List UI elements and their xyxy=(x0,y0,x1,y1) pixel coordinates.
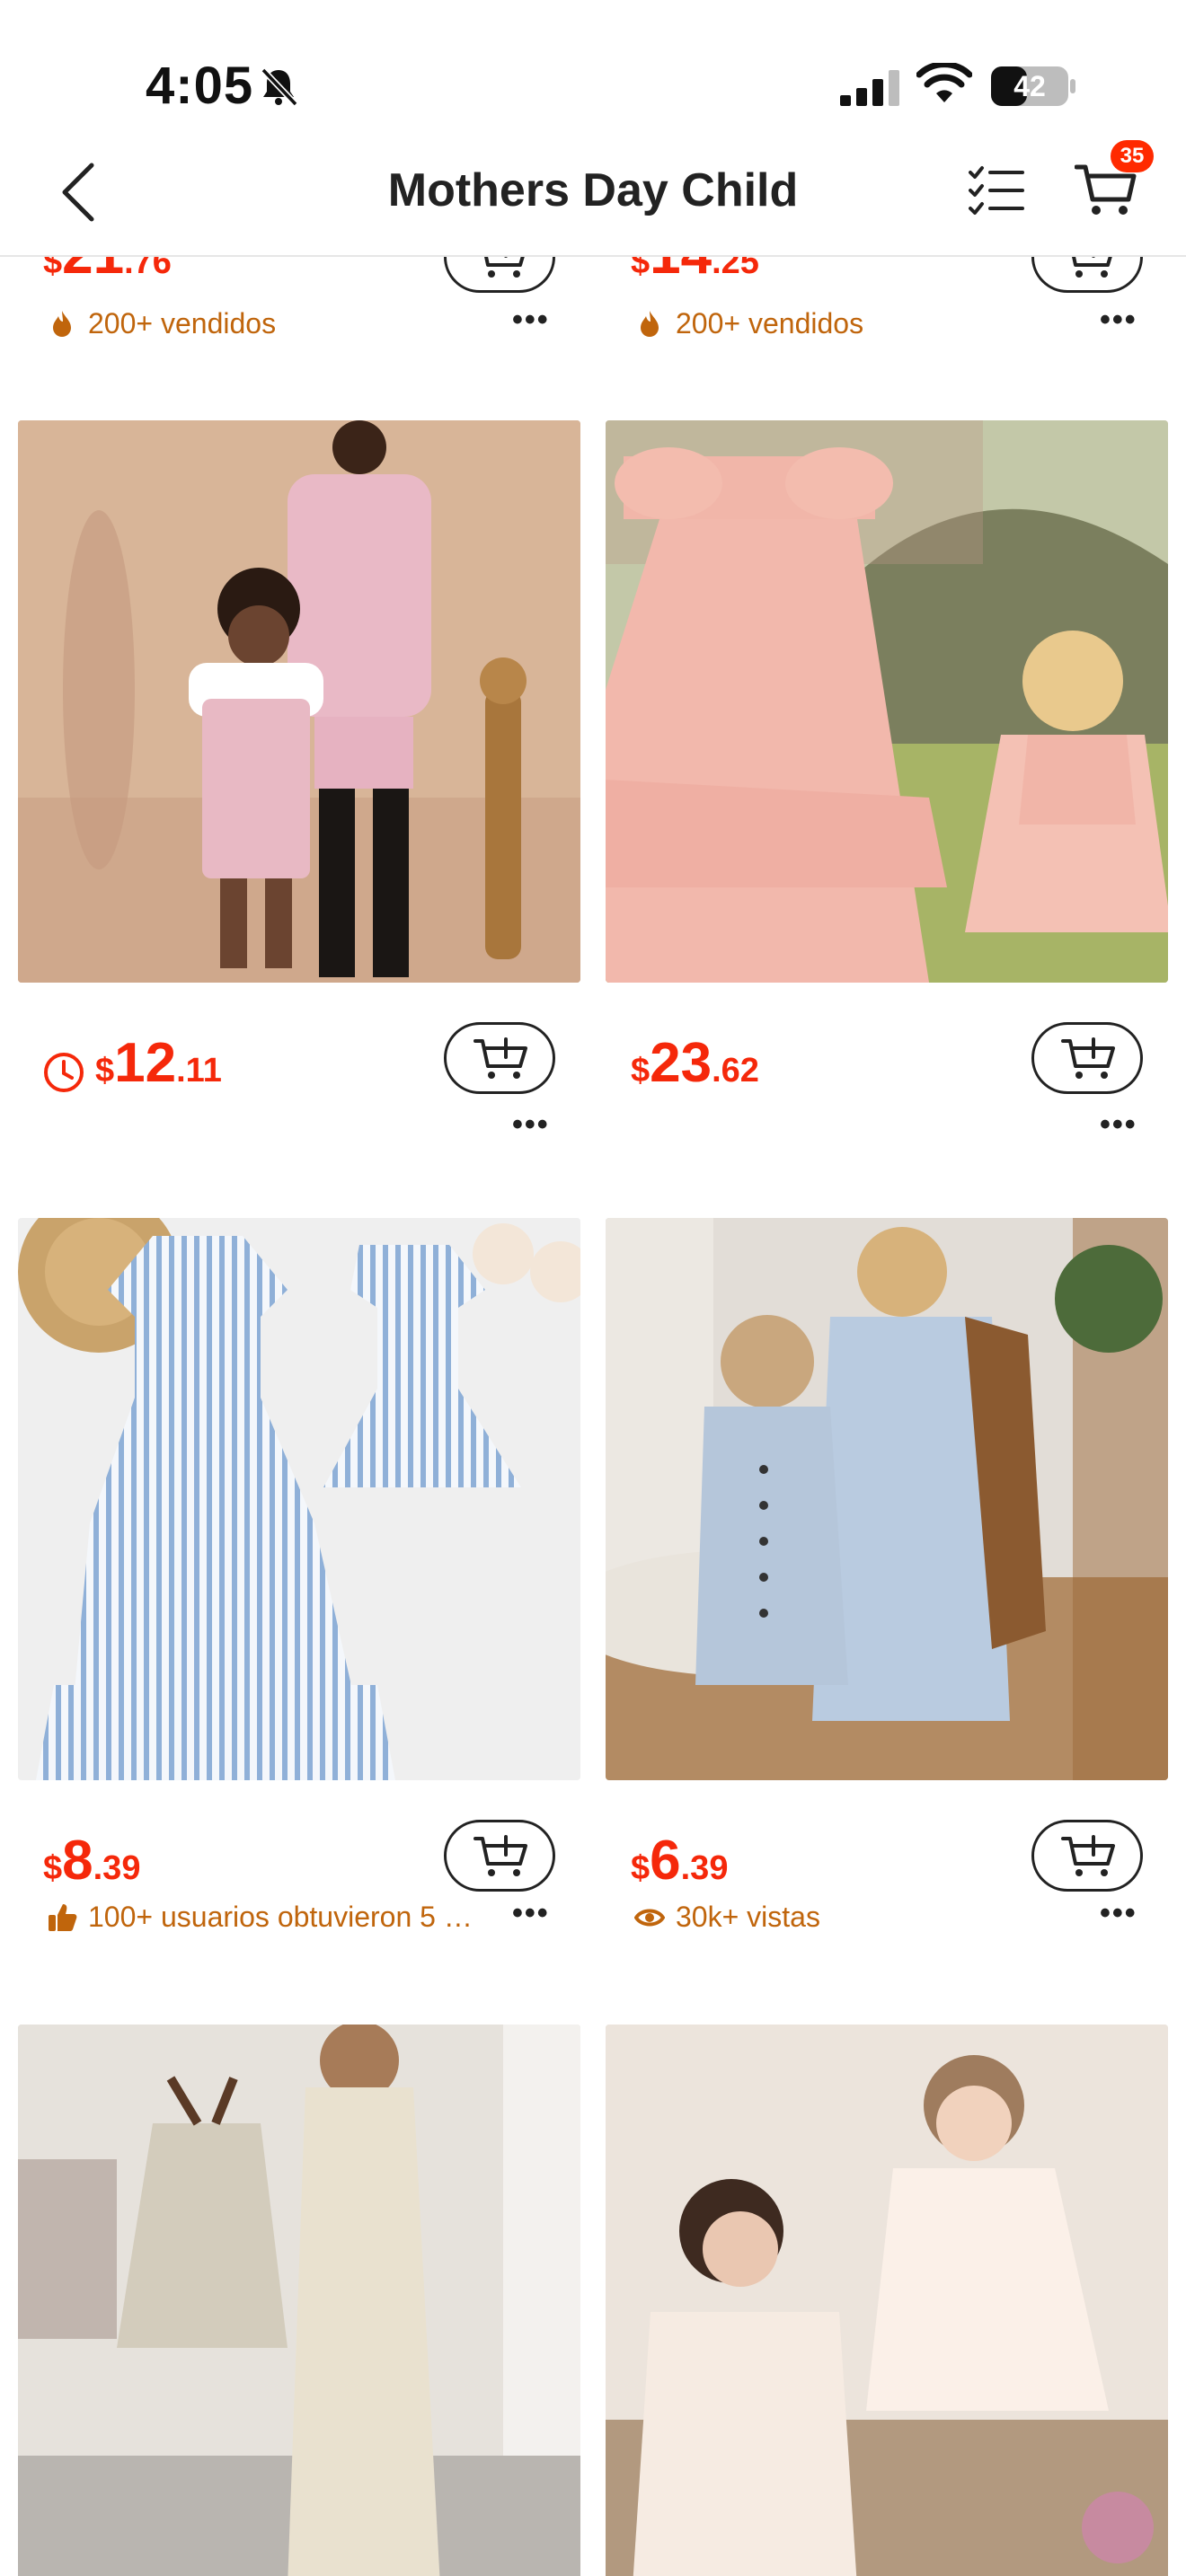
product-image[interactable] xyxy=(606,1218,1168,1780)
product-photo xyxy=(18,1218,580,1780)
add-cart-icon xyxy=(474,1037,527,1079)
cart-count-badge: 35 xyxy=(1111,140,1154,172)
product-card[interactable]: $8.39 100+ usuarios obtuvieron 5 … ••• xyxy=(18,1218,580,2008)
product-meta: 200+ vendidos xyxy=(634,307,863,340)
product-card[interactable] xyxy=(18,2025,580,2576)
add-to-cart-button[interactable] xyxy=(444,1022,555,1094)
add-cart-icon xyxy=(474,1835,527,1876)
add-to-cart-button[interactable] xyxy=(1031,1820,1143,1892)
product-card[interactable]: $23.62 ••• xyxy=(606,420,1168,1202)
product-photo xyxy=(606,2025,1168,2576)
product-meta: 200+ vendidos xyxy=(47,307,276,340)
more-options-button[interactable]: ••• xyxy=(512,1109,550,1140)
product-price: $21.76 xyxy=(43,257,172,286)
product-image[interactable] xyxy=(18,2025,580,2576)
product-image[interactable] xyxy=(18,420,580,983)
signal-icon xyxy=(840,70,899,106)
product-card[interactable] xyxy=(606,2025,1168,2576)
clock-icon xyxy=(44,1052,84,1092)
product-meta: 30k+ vistas xyxy=(634,1901,820,1934)
more-options-button[interactable]: ••• xyxy=(1100,1109,1137,1140)
product-photo xyxy=(606,420,1168,983)
fire-icon xyxy=(641,310,659,337)
product-meta: 100+ usuarios obtuvieron 5 … xyxy=(47,1901,473,1934)
add-to-cart-button[interactable] xyxy=(1031,257,1143,293)
product-image[interactable] xyxy=(18,1218,580,1780)
product-image[interactable] xyxy=(606,420,1168,983)
add-to-cart-button[interactable] xyxy=(444,1820,555,1892)
bell-off-icon xyxy=(261,67,298,107)
status-bar: 4:05 42 xyxy=(0,0,1186,135)
product-price: $6.39 xyxy=(631,1830,729,1892)
product-grid: $21.76 200+ vendidos ••• $14.25 200+ ven… xyxy=(0,257,1186,2576)
add-cart-icon xyxy=(1061,1835,1115,1876)
more-options-button[interactable]: ••• xyxy=(1100,304,1137,335)
nav-header: Mothers Day Child 35 xyxy=(0,135,1186,257)
product-card[interactable]: $12.11 ••• xyxy=(18,420,580,1202)
status-time: 4:05 xyxy=(146,57,254,115)
product-card[interactable]: $6.39 30k+ vistas ••• xyxy=(606,1218,1168,2008)
eye-icon xyxy=(634,1909,665,1926)
add-to-cart-button[interactable] xyxy=(1031,1022,1143,1094)
product-price: $8.39 xyxy=(43,1830,141,1892)
fire-icon xyxy=(53,310,71,337)
more-options-button[interactable]: ••• xyxy=(512,1898,550,1928)
product-photo xyxy=(18,2025,580,2576)
battery-icon: 42 xyxy=(990,66,1076,107)
product-photo xyxy=(18,420,580,983)
product-card[interactable]: $14.25 200+ vendidos ••• xyxy=(606,257,1168,356)
checklist-icon[interactable] xyxy=(969,163,1024,219)
add-cart-icon xyxy=(1061,1037,1115,1079)
battery-level: 42 xyxy=(1013,70,1046,102)
add-cart-icon xyxy=(1072,257,1112,278)
more-options-button[interactable]: ••• xyxy=(1100,1898,1137,1928)
product-photo xyxy=(606,1218,1168,1780)
product-price: $12.11 xyxy=(43,1031,222,1098)
thumbs-up-icon xyxy=(49,1903,77,1931)
product-price: $14.25 xyxy=(631,257,759,286)
more-options-button[interactable]: ••• xyxy=(512,304,550,335)
product-card[interactable]: $21.76 200+ vendidos ••• xyxy=(18,257,580,356)
product-image[interactable] xyxy=(606,2025,1168,2576)
product-price: $23.62 xyxy=(631,1032,759,1094)
wifi-icon xyxy=(916,63,972,102)
add-to-cart-button[interactable] xyxy=(444,257,555,293)
add-cart-icon xyxy=(484,257,525,278)
